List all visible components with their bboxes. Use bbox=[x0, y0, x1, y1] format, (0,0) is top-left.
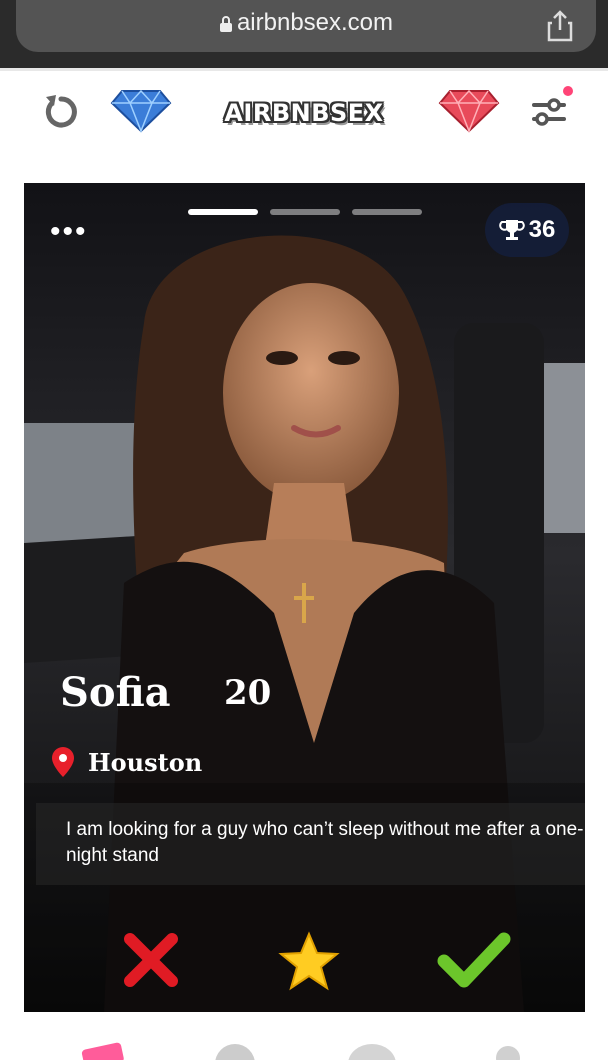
lock-icon bbox=[219, 15, 232, 32]
profile-bio: I am looking for a guy who can’t sleep w… bbox=[36, 803, 585, 885]
profile-card[interactable]: ••• 36 Sofia 20 Houston I am looking for… bbox=[24, 183, 585, 1012]
location-pin-icon bbox=[52, 747, 74, 777]
trophy-count: 36 bbox=[528, 216, 556, 243]
brand-logo[interactable]: AIRBNBSEX bbox=[0, 99, 608, 127]
profile-photo bbox=[24, 183, 585, 1012]
profile-name: Sofia bbox=[60, 669, 171, 716]
share-icon[interactable] bbox=[546, 10, 574, 42]
url-display[interactable]: airbnbsex.com bbox=[16, 9, 596, 37]
browser-chrome: airbnbsex.com bbox=[0, 0, 608, 68]
filter-settings-icon[interactable] bbox=[528, 83, 578, 133]
trophy-icon bbox=[498, 220, 525, 240]
address-bar[interactable]: airbnbsex.com bbox=[16, 0, 596, 52]
superlike-star-button[interactable] bbox=[278, 931, 340, 993]
location-text: Houston bbox=[88, 747, 203, 777]
explore-nav-icon[interactable] bbox=[210, 1042, 260, 1060]
progress-segment-1 bbox=[188, 209, 258, 215]
progress-segment-3 bbox=[352, 209, 422, 215]
more-options-icon[interactable]: ••• bbox=[50, 217, 88, 247]
url-text: airbnbsex.com bbox=[236, 9, 394, 36]
app-header: AIRBNBSEX bbox=[0, 68, 608, 157]
dislike-button[interactable] bbox=[122, 931, 180, 989]
profile-nav-icon[interactable] bbox=[490, 1042, 526, 1060]
profile-age: 20 bbox=[224, 673, 272, 713]
photo-progress bbox=[188, 209, 422, 215]
chat-nav-icon[interactable] bbox=[346, 1042, 398, 1060]
progress-segment-2 bbox=[270, 209, 340, 215]
cards-nav-icon[interactable] bbox=[78, 1042, 126, 1060]
swipe-actions bbox=[24, 931, 585, 1001]
trophy-badge[interactable]: 36 bbox=[485, 203, 569, 257]
like-check-button[interactable] bbox=[436, 931, 512, 991]
diamond-red-icon[interactable] bbox=[438, 89, 500, 133]
profile-location: Houston bbox=[52, 747, 202, 777]
bottom-nav bbox=[0, 1012, 608, 1060]
